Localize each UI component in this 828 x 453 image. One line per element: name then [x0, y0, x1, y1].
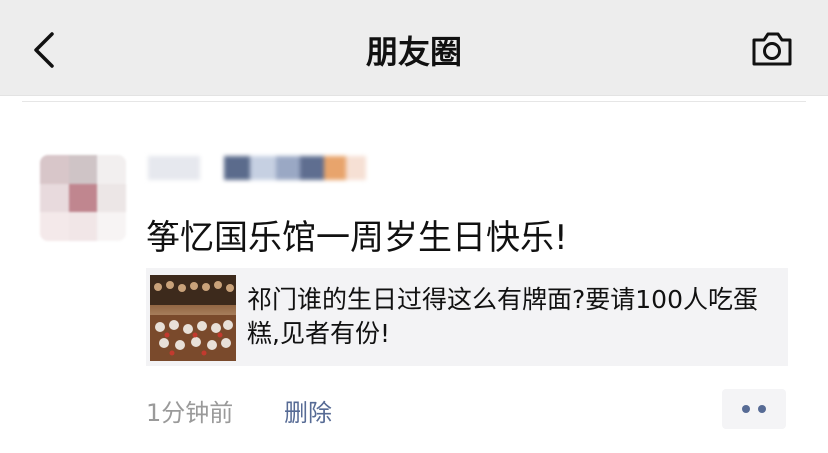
- dot: [742, 405, 750, 413]
- divider: [22, 101, 806, 102]
- top-navigation-bar: 朋友圈: [0, 0, 828, 96]
- shared-link-card[interactable]: 祁门谁的生日过得这么有牌面?要请100人吃蛋糕,见者有份!: [146, 268, 788, 366]
- delete-button[interactable]: 删除: [284, 393, 332, 428]
- more-dots-icon[interactable]: [722, 389, 786, 429]
- nickname-pixelated[interactable]: [148, 150, 373, 186]
- link-thumbnail: [150, 275, 236, 361]
- page-title: 朋友圈: [365, 33, 462, 71]
- dot: [758, 405, 766, 413]
- post-timestamp: 1分钟前: [146, 399, 234, 427]
- link-title: 祁门谁的生日过得这么有牌面?要请100人吃蛋糕,见者有份!: [247, 285, 758, 348]
- post-text: 筝忆国乐馆一周岁生日快乐!: [146, 218, 568, 258]
- avatar[interactable]: [40, 155, 126, 241]
- camera-icon[interactable]: [750, 30, 794, 68]
